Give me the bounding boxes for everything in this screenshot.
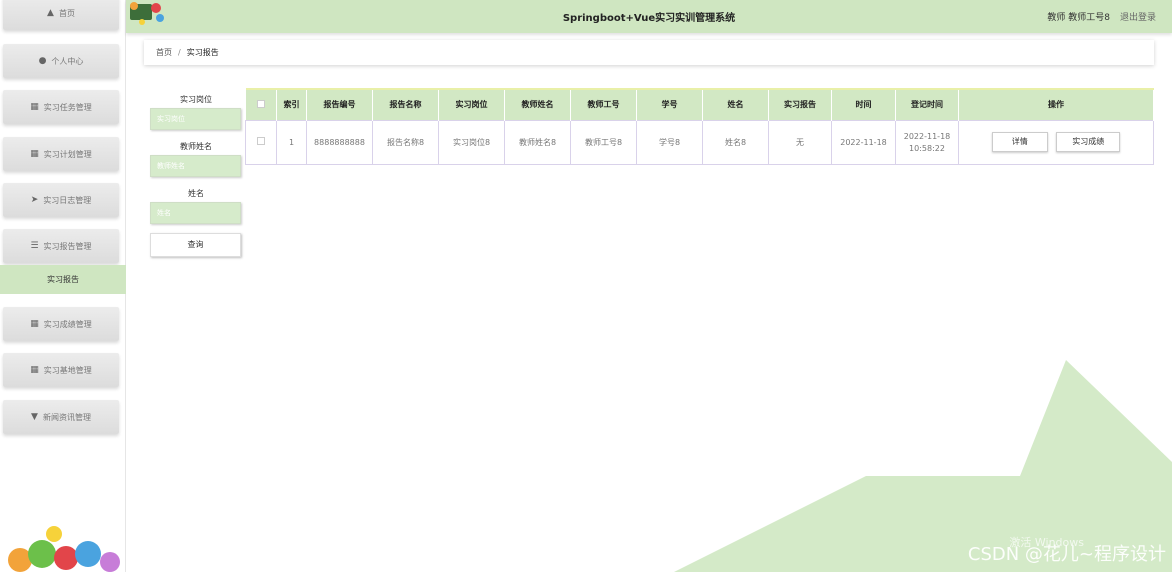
table-row: 1 8888888888 报告名称8 实习岗位8 教师姓名8 教师工号8 学号8… <box>245 119 1154 165</box>
teacher-name-label: 教师姓名 <box>180 142 212 151</box>
logout-link[interactable]: 退出登录 <box>1120 10 1156 23</box>
sidebar: ▲ 首页 ● 个人中心 ▦ 实习任务管理 ▦ 实习计划管理 ➤ 实习日志管理 ☰… <box>0 0 126 572</box>
table-cell: 无 <box>768 119 832 165</box>
sidebar-item-label: 首页 <box>58 8 75 18</box>
list-icon: ☰ <box>30 241 39 251</box>
sidebar-item-home[interactable]: ▲ 首页 <box>3 0 119 30</box>
column-header: 报告名称 <box>372 88 439 120</box>
column-header: 学号 <box>636 88 703 120</box>
grid-icon: ▦ <box>30 319 39 329</box>
position-label: 实习岗位 <box>180 95 212 104</box>
table-header-row: 索引 报告编号 报告名称 实习岗位 教师姓名 教师工号 学号 姓名 实习报告 时… <box>245 88 1154 120</box>
column-header: 教师工号 <box>570 88 637 120</box>
app-root: 激活 Windows CSDN @花儿~程序设计 ▲ 首页 ● 个人中心 ▦ 实… <box>0 0 1172 572</box>
sidebar-item-label: 实习报告管理 <box>43 241 92 251</box>
sidebar-item-label: 个人中心 <box>51 56 84 66</box>
current-user: 教师 教师工号8 <box>1047 13 1110 23</box>
table-cell: 2022-11-18 <box>831 119 896 165</box>
search-form: 实习岗位 实习岗位 教师姓名 教师姓名 姓名 姓名 查询 <box>150 92 242 257</box>
breadcrumb-home[interactable]: 首页 <box>156 47 172 58</box>
column-header: 实习岗位 <box>438 88 505 120</box>
table-cell-datetime: 2022-11-18 10:58:22 <box>895 119 959 165</box>
column-header: 操作 <box>958 88 1154 120</box>
breadcrumb-separator: / <box>178 48 181 57</box>
sidebar-item-label: 实习任务管理 <box>43 102 92 112</box>
csdn-watermark: CSDN @花儿~程序设计 <box>967 544 1166 565</box>
sidebar-item-plans[interactable]: ▦ 实习计划管理 <box>3 137 119 171</box>
column-header: 报告编号 <box>306 88 373 120</box>
table-cell: 姓名8 <box>702 119 769 165</box>
sidebar-item-logs[interactable]: ➤ 实习日志管理 <box>3 183 119 217</box>
background-mountains <box>674 360 1172 572</box>
decorative-logo-image <box>8 526 120 572</box>
breadcrumb: 首页 / 实习报告 <box>144 40 1154 65</box>
person-icon: ● <box>38 56 47 66</box>
column-header: 教师姓名 <box>504 88 571 120</box>
sidebar-item-label: 实习日志管理 <box>43 195 92 205</box>
sidebar-item-grades[interactable]: ▦ 实习成绩管理 <box>3 307 119 341</box>
column-header: 索引 <box>276 88 307 120</box>
sidebar-item-news[interactable]: ▼ 新闻资讯管理 <box>3 400 119 434</box>
select-all-header[interactable] <box>245 88 277 120</box>
row-select-cell[interactable] <box>245 119 277 165</box>
app-title: Springboot+Vue实习实训管理系统 <box>562 13 736 24</box>
sidebar-subitem-report[interactable]: 实习报告 <box>0 265 126 294</box>
column-header: 实习报告 <box>768 88 832 120</box>
teacher-name-input[interactable]: 教师姓名 <box>150 155 241 177</box>
sidebar-item-label: 实习成绩管理 <box>43 319 92 329</box>
grid-icon: ▦ <box>30 102 39 112</box>
sidebar-subitem-label: 实习报告 <box>47 275 79 284</box>
grid-icon: ▦ <box>30 149 39 159</box>
position-input[interactable]: 实习岗位 <box>150 108 241 130</box>
column-header: 时间 <box>831 88 896 120</box>
home-icon: ▲ <box>47 8 54 18</box>
column-header: 姓名 <box>702 88 769 120</box>
sidebar-item-label: 实习计划管理 <box>43 149 92 159</box>
top-bar: Springboot+Vue实习实训管理系统 教师 教师工号8 退出登录 <box>126 0 1172 33</box>
sidebar-item-bases[interactable]: ▦ 实习基地管理 <box>3 353 119 387</box>
reg-time: 10:58:22 <box>909 143 945 153</box>
breadcrumb-current: 实习报告 <box>186 48 219 57</box>
row-checkbox[interactable] <box>257 137 265 145</box>
query-button[interactable]: 查询 <box>150 233 241 257</box>
sidebar-item-label: 新闻资讯管理 <box>42 412 91 422</box>
reg-date: 2022-11-18 <box>903 131 951 141</box>
news-icon: ▼ <box>31 412 38 422</box>
table-cell: 1 <box>276 119 307 165</box>
table-cell: 实习岗位8 <box>438 119 505 165</box>
sidebar-item-reports[interactable]: ☰ 实习报告管理 <box>3 229 119 263</box>
sidebar-item-tasks[interactable]: ▦ 实习任务管理 <box>3 90 119 124</box>
column-header: 登记时间 <box>895 88 959 120</box>
table-cell: 教师工号8 <box>570 119 637 165</box>
name-label: 姓名 <box>188 189 204 198</box>
actions-cell: 详情 实习成绩 <box>958 119 1154 165</box>
send-icon: ➤ <box>30 195 39 205</box>
grid-icon: ▦ <box>30 365 39 375</box>
sidebar-item-label: 实习基地管理 <box>43 365 92 375</box>
grade-button[interactable]: 实习成绩 <box>1056 132 1121 152</box>
select-all-checkbox[interactable] <box>256 99 265 108</box>
report-table: 索引 报告编号 报告名称 实习岗位 教师姓名 教师工号 学号 姓名 实习报告 时… <box>245 88 1154 165</box>
table-cell: 教师姓名8 <box>504 119 571 165</box>
table-cell: 学号8 <box>636 119 703 165</box>
table-cell: 8888888888 <box>306 119 373 165</box>
table-cell: 报告名称8 <box>372 119 439 165</box>
detail-button[interactable]: 详情 <box>991 132 1048 152</box>
sidebar-item-profile[interactable]: ● 个人中心 <box>3 44 119 78</box>
name-input[interactable]: 姓名 <box>150 202 241 224</box>
